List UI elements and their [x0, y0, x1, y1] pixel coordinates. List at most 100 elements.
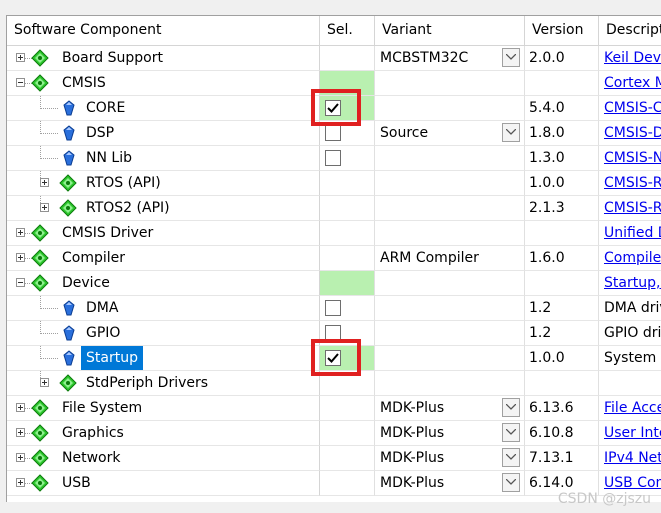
checkbox-unchecked[interactable]: [325, 150, 341, 166]
variant-cell[interactable]: Source: [375, 121, 525, 146]
description-cell[interactable]: IPv4 Netw: [599, 446, 661, 471]
sel-cell: [320, 446, 375, 471]
collapse-icon[interactable]: [16, 78, 25, 87]
component-label[interactable]: Network: [62, 446, 120, 470]
component-label[interactable]: File System: [62, 396, 142, 420]
description-cell[interactable]: CMSIS-C: [599, 96, 661, 121]
variant-cell: [375, 271, 525, 296]
gem-green-icon: [31, 224, 49, 245]
table-row[interactable]: Graphics MDK-Plus 6.10.8 User Inte: [7, 421, 661, 446]
component-cell: CORE: [7, 96, 320, 121]
expand-icon[interactable]: [16, 478, 25, 487]
description-link[interactable]: CMSIS-R: [604, 175, 661, 191]
table-row[interactable]: RTOS2 (API) 2.1.3 CMSIS-R: [7, 196, 661, 221]
component-label[interactable]: CORE: [86, 96, 125, 120]
description-link[interactable]: User Inte: [604, 425, 661, 441]
description-cell[interactable]: CMSIS-N: [599, 146, 661, 171]
description-link[interactable]: IPv4 Netw: [604, 450, 661, 466]
component-label[interactable]: Graphics: [62, 421, 124, 445]
expand-icon[interactable]: [40, 378, 49, 387]
chevron-down-icon[interactable]: [502, 48, 520, 67]
variant-cell[interactable]: MDK-Plus: [375, 421, 525, 446]
component-label[interactable]: DMA: [86, 296, 118, 320]
description-cell[interactable]: Keil Deve: [599, 46, 661, 71]
chevron-down-icon[interactable]: [502, 398, 520, 417]
component-label[interactable]: Compiler: [62, 246, 125, 270]
table-row[interactable]: Board Support MCBSTM32C 2.0.0 Keil Deve: [7, 46, 661, 71]
table-row[interactable]: Compiler ARM Compiler 1.6.0 Compile: [7, 246, 661, 271]
description-cell[interactable]: File Acce: [599, 396, 661, 421]
component-label[interactable]: NN Lib: [86, 146, 132, 170]
table-row[interactable]: NN Lib 1.3.0 CMSIS-N: [7, 146, 661, 171]
expand-icon[interactable]: [16, 53, 25, 62]
description-link[interactable]: USB Com: [604, 475, 661, 491]
variant-cell[interactable]: MDK-Plus: [375, 396, 525, 421]
description-cell[interactable]: Startup, S: [599, 271, 661, 296]
component-label[interactable]: RTOS2 (API): [86, 196, 170, 220]
description-link[interactable]: Unified D: [604, 225, 661, 241]
description-cell[interactable]: CMSIS-D: [599, 121, 661, 146]
column-header-component[interactable]: Software Component: [7, 16, 320, 45]
expand-icon[interactable]: [40, 178, 49, 187]
expand-icon[interactable]: [16, 453, 25, 462]
component-label[interactable]: DSP: [86, 121, 114, 145]
variant-cell[interactable]: MCBSTM32C: [375, 46, 525, 71]
table-row[interactable]: RTOS (API) 1.0.0 CMSIS-R: [7, 171, 661, 196]
component-cell: Compiler: [7, 246, 320, 271]
component-label[interactable]: USB: [62, 471, 91, 495]
variant-cell: ARM Compiler: [375, 246, 525, 271]
variant-value: Source: [380, 125, 429, 141]
collapse-icon[interactable]: [16, 278, 25, 287]
description-link[interactable]: Compile: [604, 250, 661, 266]
chevron-down-icon[interactable]: [502, 473, 520, 492]
chevron-down-icon[interactable]: [502, 423, 520, 442]
sel-cell: [320, 221, 375, 246]
table-row[interactable]: CMSIS Driver Unified D: [7, 221, 661, 246]
description-link[interactable]: Startup, S: [604, 275, 661, 291]
column-header-sel[interactable]: Sel.: [320, 16, 375, 45]
expand-icon[interactable]: [40, 203, 49, 212]
expand-icon[interactable]: [16, 403, 25, 412]
component-label[interactable]: StdPeriph Drivers: [86, 371, 208, 395]
table-row[interactable]: Network MDK-Plus 7.13.1 IPv4 Netw: [7, 446, 661, 471]
checkbox-unchecked[interactable]: [325, 125, 341, 141]
variant-cell[interactable]: MDK-Plus: [375, 471, 525, 496]
column-header-version[interactable]: Version: [525, 16, 599, 45]
description-link[interactable]: CMSIS-D: [604, 125, 661, 141]
description-link[interactable]: Keil Deve: [604, 50, 661, 66]
component-label[interactable]: CMSIS: [62, 71, 106, 95]
column-header-variant[interactable]: Variant: [375, 16, 525, 45]
expand-icon[interactable]: [16, 428, 25, 437]
description-link[interactable]: CMSIS-R: [604, 200, 661, 216]
version-value: 6.13.6: [529, 400, 574, 416]
chevron-down-icon[interactable]: [502, 448, 520, 467]
description-cell[interactable]: CMSIS-R: [599, 171, 661, 196]
component-label[interactable]: GPIO: [86, 321, 120, 345]
chevron-down-icon[interactable]: [502, 123, 520, 142]
variant-cell[interactable]: MDK-Plus: [375, 446, 525, 471]
description-cell[interactable]: Compile: [599, 246, 661, 271]
sel-cell[interactable]: [320, 146, 375, 171]
table-row[interactable]: DMA 1.2 DMA driv: [7, 296, 661, 321]
variant-cell: [375, 96, 525, 121]
description-link[interactable]: Cortex M: [604, 75, 661, 91]
component-label[interactable]: Startup: [81, 346, 143, 370]
sel-cell[interactable]: [320, 296, 375, 321]
description-link[interactable]: CMSIS-N: [604, 150, 661, 166]
description-link[interactable]: File Acce: [604, 400, 661, 416]
column-header-description[interactable]: Descript: [599, 16, 661, 45]
component-label[interactable]: Board Support: [62, 46, 163, 70]
component-label[interactable]: CMSIS Driver: [62, 221, 153, 245]
component-label[interactable]: Device: [62, 271, 110, 295]
component-label[interactable]: RTOS (API): [86, 171, 161, 195]
expand-icon[interactable]: [16, 228, 25, 237]
table-row[interactable]: Device Startup, S: [7, 271, 661, 296]
description-link[interactable]: CMSIS-C: [604, 100, 661, 116]
table-row[interactable]: File System MDK-Plus 6.13.6 File Acce: [7, 396, 661, 421]
checkbox-unchecked[interactable]: [325, 300, 341, 316]
description-cell[interactable]: Unified D: [599, 221, 661, 246]
description-cell[interactable]: User Inte: [599, 421, 661, 446]
expand-icon[interactable]: [16, 253, 25, 262]
description-cell[interactable]: Cortex M: [599, 71, 661, 96]
description-cell[interactable]: CMSIS-R: [599, 196, 661, 221]
